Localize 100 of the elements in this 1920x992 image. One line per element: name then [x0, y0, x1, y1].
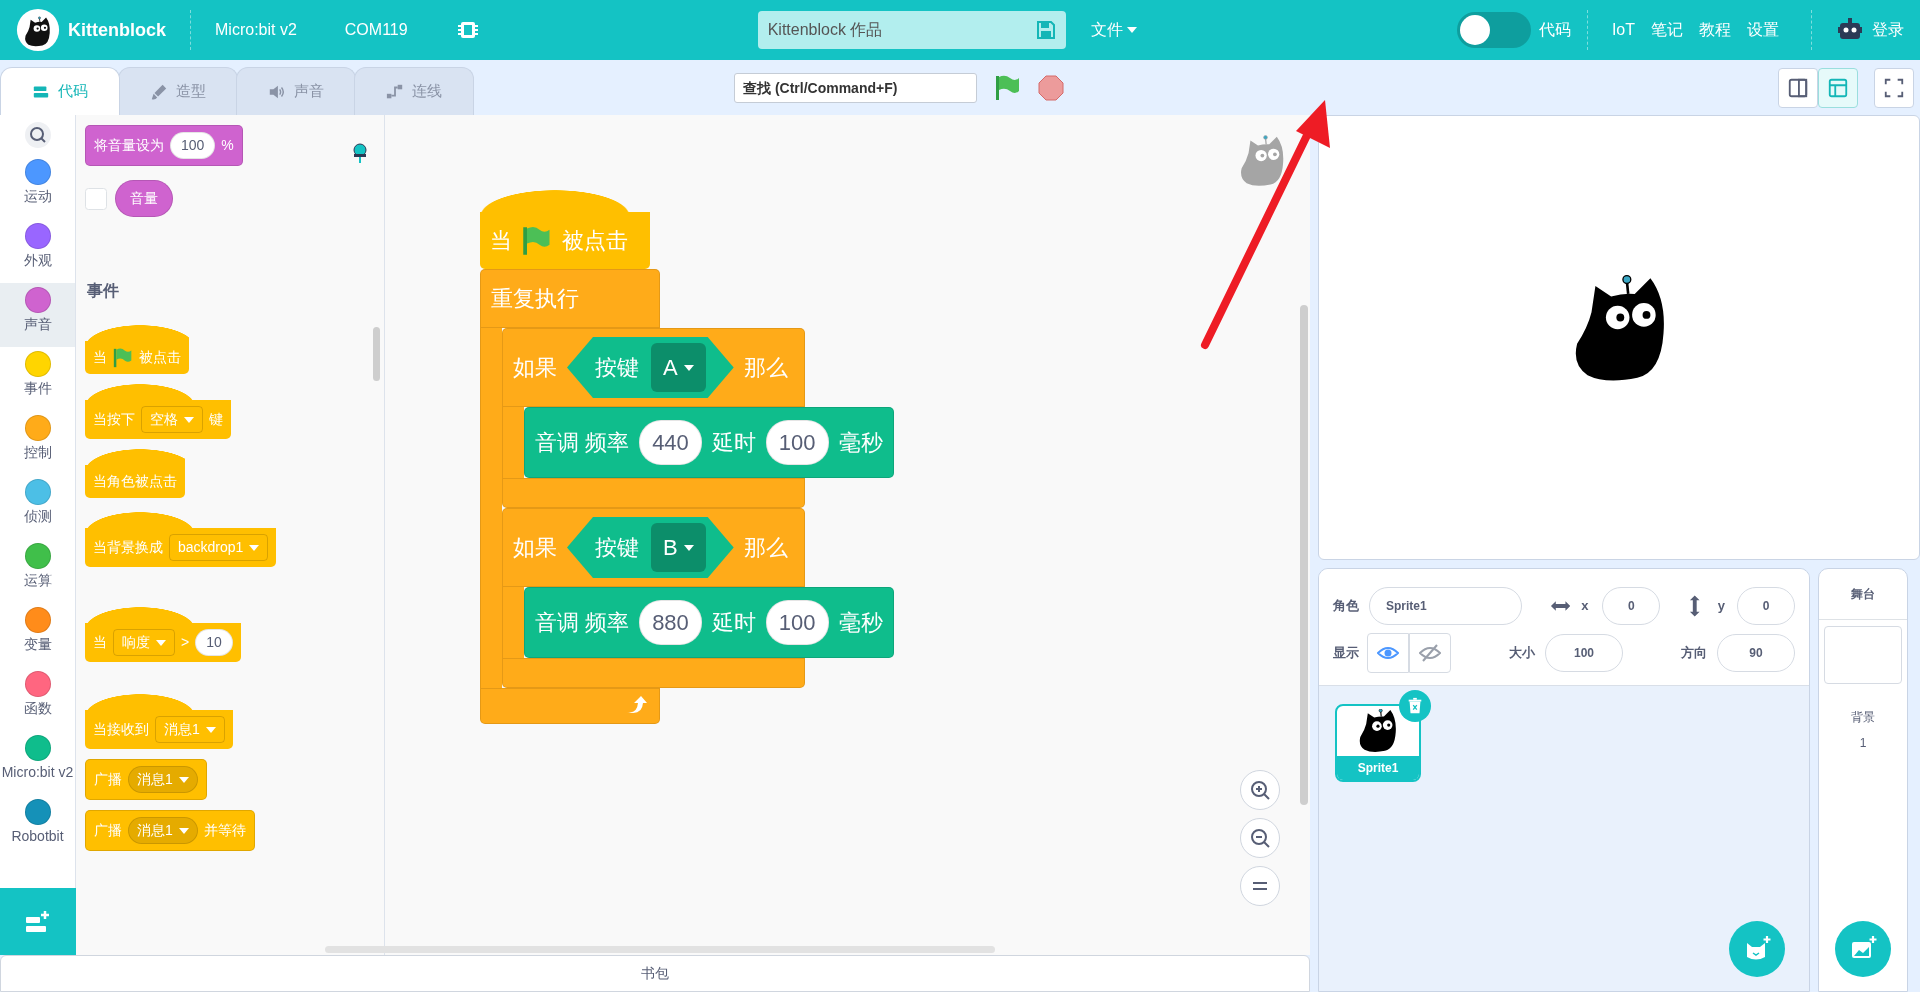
if-block[interactable]: 如果 按键 A 那么 [502, 328, 805, 407]
block-label: 延时 [711, 609, 756, 637]
nav-link[interactable]: 教程 [1699, 18, 1731, 42]
category-heading: 事件 [87, 281, 119, 301]
device-selector[interactable]: Micro:bit v2 [215, 18, 297, 42]
checkbox[interactable] [85, 187, 107, 210]
block-label: 当 [490, 227, 512, 255]
pin-icon[interactable] [351, 143, 369, 163]
category-item[interactable]: 声音 [0, 283, 75, 347]
nav-link[interactable]: 设置 [1747, 18, 1779, 42]
number-input[interactable]: 880 [639, 600, 702, 645]
nav-link[interactable]: IoT [1611, 18, 1635, 42]
backdrop-thumbnail[interactable] [1824, 626, 1902, 684]
caret-icon [683, 544, 694, 551]
block-label: 延时 [711, 429, 756, 457]
sprite-name-field[interactable]: Sprite1 [1369, 587, 1522, 625]
block-label: 那么 [743, 354, 788, 382]
category-item[interactable]: 侦测 [0, 475, 75, 539]
number-input[interactable]: 10 [195, 629, 233, 656]
delete-button[interactable] [1399, 690, 1431, 722]
category-item[interactable]: 运算 [0, 539, 75, 603]
condition-block[interactable]: 按键 A [567, 337, 734, 398]
dropdown[interactable]: B [651, 523, 706, 572]
tab[interactable]: 代码 [0, 67, 120, 115]
category-item[interactable]: Robotbit [0, 795, 75, 859]
stack-block[interactable]: 音调 频率 440 延时 100 毫秒 [524, 407, 894, 478]
dropdown[interactable]: 消息1 [128, 766, 198, 793]
scrollbar[interactable] [1300, 305, 1308, 805]
field-label: x [1581, 597, 1589, 616]
nav-link[interactable]: 笔记 [1651, 18, 1683, 42]
category-item[interactable]: 函数 [0, 667, 75, 731]
number-input[interactable]: 100 [765, 420, 829, 465]
hide-button[interactable] [1409, 633, 1451, 673]
category-item[interactable]: 控制 [0, 411, 75, 475]
stack-block[interactable]: 将音量设为 100 % [85, 125, 243, 166]
login-link[interactable]: 登录 [1872, 18, 1904, 42]
caret-icon [184, 416, 194, 423]
field-label: 显示 [1333, 644, 1359, 663]
flag-button[interactable] [993, 73, 1021, 102]
zoom-in-button[interactable] [1240, 770, 1280, 810]
tab[interactable]: 声音 [236, 67, 356, 115]
vertical-arrows-icon [1688, 594, 1702, 618]
number-input[interactable]: 100 [765, 600, 829, 645]
sprite-name: Sprite1 [1337, 756, 1419, 780]
number-input[interactable]: 440 [639, 420, 702, 465]
if-block[interactable]: 如果 按键 B 那么 [502, 508, 805, 587]
category-item[interactable]: 事件 [0, 347, 75, 411]
trash-icon [1406, 696, 1424, 716]
direction-field[interactable]: 90 [1717, 634, 1795, 672]
flag-icon [113, 347, 133, 368]
fullscreen-button[interactable] [1874, 67, 1914, 108]
file-menu[interactable]: 文件 [1089, 17, 1138, 43]
backdrop-count: 1 [1859, 735, 1867, 752]
zoom-out-button[interactable] [1240, 818, 1280, 858]
x-field[interactable]: 0 [1602, 587, 1661, 625]
sprite-thumbnail[interactable]: Sprite1 [1335, 704, 1421, 782]
scrollbar[interactable] [373, 327, 380, 381]
hat-block[interactable]: 当 响度 > 10 [85, 607, 241, 662]
tab[interactable]: 连线 [354, 67, 474, 115]
stop-button[interactable] [1037, 73, 1065, 102]
layout-icon [1827, 76, 1849, 99]
extension-button[interactable] [0, 888, 76, 955]
block-label: 毫秒 [838, 429, 883, 457]
block-label: 按键 [595, 354, 639, 382]
dropdown[interactable]: 消息1 [128, 817, 198, 844]
dropdown[interactable]: A [651, 343, 706, 392]
number-input[interactable]: 100 [170, 132, 216, 159]
category-item[interactable]: 运动 [0, 155, 75, 219]
stack-block[interactable]: 音调 频率 880 延时 100 毫秒 [524, 587, 894, 658]
save-icon[interactable] [1035, 20, 1056, 40]
stack-block[interactable]: 广播 消息1 [85, 759, 207, 800]
layout-button[interactable] [1778, 67, 1818, 108]
add-backdrop-button[interactable] [1835, 921, 1891, 977]
caret-icon [1126, 27, 1137, 33]
category-item[interactable]: Micro:bit v2 [0, 731, 75, 795]
port-selector[interactable]: COM119 [344, 18, 408, 42]
backpack-bar[interactable]: 书包 [0, 955, 1310, 992]
backdrop-label: 背景 [1851, 709, 1875, 726]
field-label: 角色 [1333, 597, 1359, 616]
brush-icon [150, 82, 168, 101]
category-item[interactable]: 外观 [0, 219, 75, 283]
size-field[interactable]: 100 [1545, 634, 1623, 672]
category-item[interactable]: 变量 [0, 603, 75, 667]
layout-icon [1787, 76, 1809, 99]
caret-icon [249, 544, 260, 551]
logo-icon [16, 8, 60, 52]
zoom-reset-button[interactable] [1240, 866, 1280, 906]
title-field[interactable]: Kittenblock 作品 [757, 11, 1066, 49]
field-label: 大小 [1509, 644, 1535, 663]
y-field[interactable]: 0 [1737, 587, 1795, 625]
scrollbar[interactable] [325, 946, 995, 953]
code-toggle[interactable] [1456, 12, 1531, 48]
search-field[interactable]: 查找 (Ctrl/Command+F) [734, 72, 977, 103]
stack-block[interactable]: 广播 消息1 并等待 [85, 810, 255, 851]
add-sprite-button[interactable] [1729, 921, 1785, 977]
search-icon[interactable] [24, 122, 51, 148]
condition-block[interactable]: 按键 B [567, 517, 734, 578]
reporter-block[interactable]: 音量 [115, 180, 173, 217]
show-button[interactable] [1367, 633, 1409, 673]
tab[interactable]: 造型 [118, 67, 238, 115]
